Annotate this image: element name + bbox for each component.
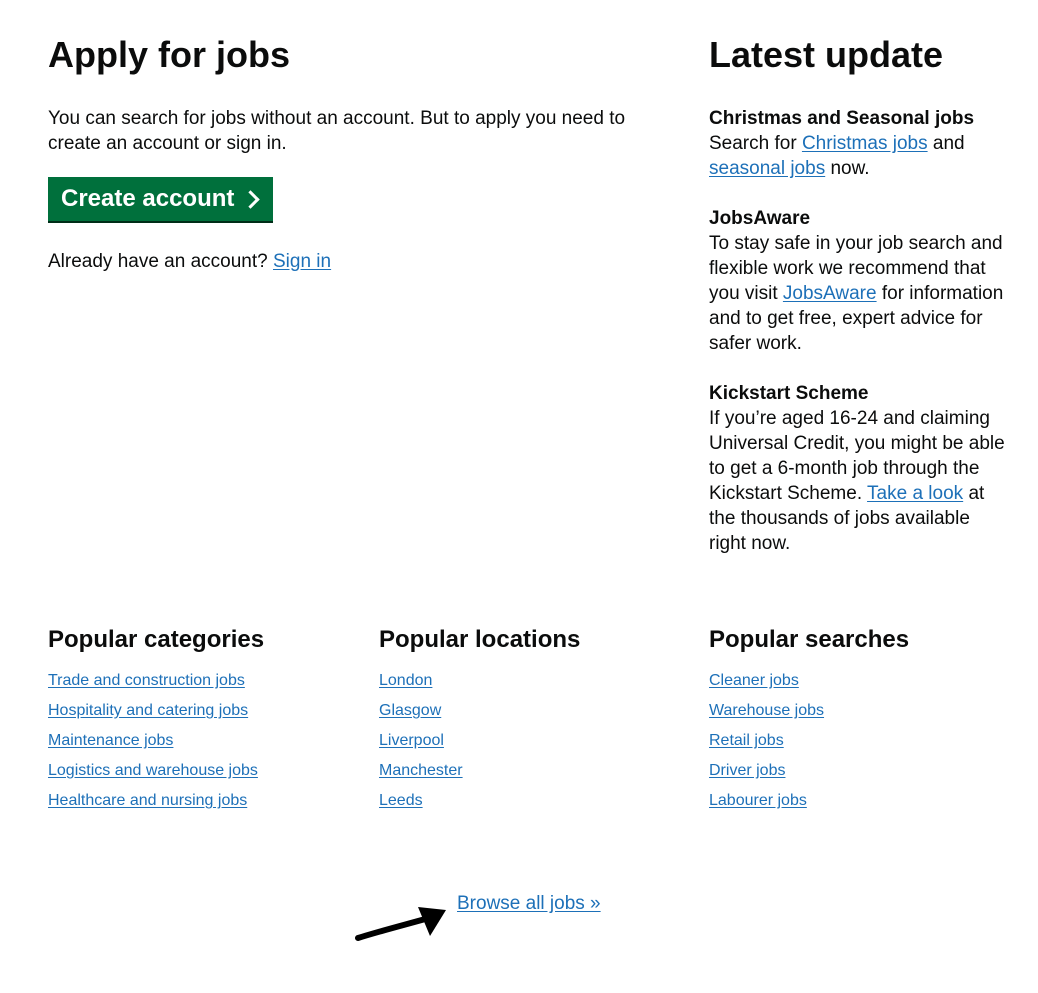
update-text: now. <box>830 158 870 179</box>
arrow-annotation-icon <box>355 907 446 941</box>
search-link[interactable]: Cleaner jobs <box>709 672 799 689</box>
popular-categories-title: Popular categories <box>48 626 265 653</box>
location-link[interactable]: Leeds <box>379 792 423 809</box>
category-link[interactable]: Logistics and warehouse jobs <box>48 762 258 779</box>
update-text: Search for <box>709 133 797 154</box>
location-link[interactable]: Liverpool <box>379 732 444 749</box>
update-kickstart: Kickstart Scheme If you’re aged 16-24 an… <box>709 381 1009 556</box>
signin-prefix: Already have an account? <box>48 251 268 272</box>
category-link[interactable]: Healthcare and nursing jobs <box>48 792 247 809</box>
popular-categories: Popular categories Trade and constructio… <box>48 625 264 821</box>
search-link[interactable]: Driver jobs <box>709 762 785 779</box>
create-account-label: Create account <box>61 185 235 212</box>
update-christmas: Christmas and Seasonal jobs Search for C… <box>709 106 1009 181</box>
update-jobsaware: JobsAware To stay safe in your job searc… <box>709 206 1009 356</box>
category-link[interactable]: Trade and construction jobs <box>48 672 245 689</box>
browse-all-jobs-link[interactable]: Browse all jobs » <box>457 891 601 916</box>
search-link[interactable]: Warehouse jobs <box>709 702 824 719</box>
location-link[interactable]: Glasgow <box>379 702 441 719</box>
update-body: Search for Christmas jobs and seasonal j… <box>709 131 1009 181</box>
location-link[interactable]: London <box>379 672 432 689</box>
category-link[interactable]: Hospitality and catering jobs <box>48 702 248 719</box>
latest-update-title: Latest update <box>709 34 944 75</box>
popular-searches-title: Popular searches <box>709 626 910 653</box>
christmas-jobs-link[interactable]: Christmas jobs <box>802 133 928 154</box>
apply-intro-text: You can search for jobs without an accou… <box>48 108 626 154</box>
category-link[interactable]: Maintenance jobs <box>48 732 173 749</box>
update-body: To stay safe in your job search and flex… <box>709 231 1009 356</box>
update-heading: Kickstart Scheme <box>709 383 869 404</box>
update-heading: Christmas and Seasonal jobs <box>709 108 975 129</box>
search-link[interactable]: Retail jobs <box>709 732 784 749</box>
take-a-look-link[interactable]: Take a look <box>867 483 963 504</box>
update-text: and <box>932 133 965 154</box>
update-body: If you’re aged 16-24 and claiming Univer… <box>709 406 1009 556</box>
popular-locations-title: Popular locations <box>379 626 581 653</box>
apply-title: Apply for jobs <box>48 34 290 75</box>
update-heading: JobsAware <box>709 208 811 229</box>
signin-line: Already have an account? Sign in <box>48 249 331 274</box>
create-account-button[interactable]: Create account <box>48 177 273 221</box>
chevron-right-icon <box>241 190 261 209</box>
popular-searches: Popular searches Cleaner jobs Warehouse … <box>709 625 909 821</box>
sign-in-link[interactable]: Sign in <box>273 251 331 272</box>
popular-locations: Popular locations London Glasgow Liverpo… <box>379 625 580 821</box>
seasonal-jobs-link[interactable]: seasonal jobs <box>709 158 825 179</box>
jobsaware-link[interactable]: JobsAware <box>783 283 877 304</box>
search-link[interactable]: Labourer jobs <box>709 792 807 809</box>
location-link[interactable]: Manchester <box>379 762 463 779</box>
